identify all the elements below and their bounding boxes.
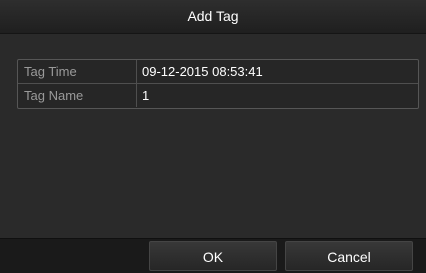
dialog-title: Add Tag <box>187 8 239 24</box>
tag-form: Tag Time 09-12-2015 08:53:41 Tag Name <box>17 59 419 109</box>
tag-time-value: 09-12-2015 08:53:41 <box>142 64 263 79</box>
tag-name-row: Tag Name <box>18 84 418 107</box>
dialog-titlebar: Add Tag <box>0 0 426 34</box>
cancel-button[interactable]: Cancel <box>285 241 413 271</box>
field-separator <box>136 84 137 107</box>
tag-name-label: Tag Name <box>24 88 84 103</box>
ok-button[interactable]: OK <box>149 241 277 271</box>
add-tag-dialog: Add Tag Tag Time 09-12-2015 08:53:41 Tag… <box>0 0 426 273</box>
tag-time-row: Tag Time 09-12-2015 08:53:41 <box>18 60 418 84</box>
field-separator <box>136 60 137 83</box>
tag-name-input[interactable] <box>142 84 412 107</box>
tag-time-label: Tag Time <box>24 64 77 79</box>
